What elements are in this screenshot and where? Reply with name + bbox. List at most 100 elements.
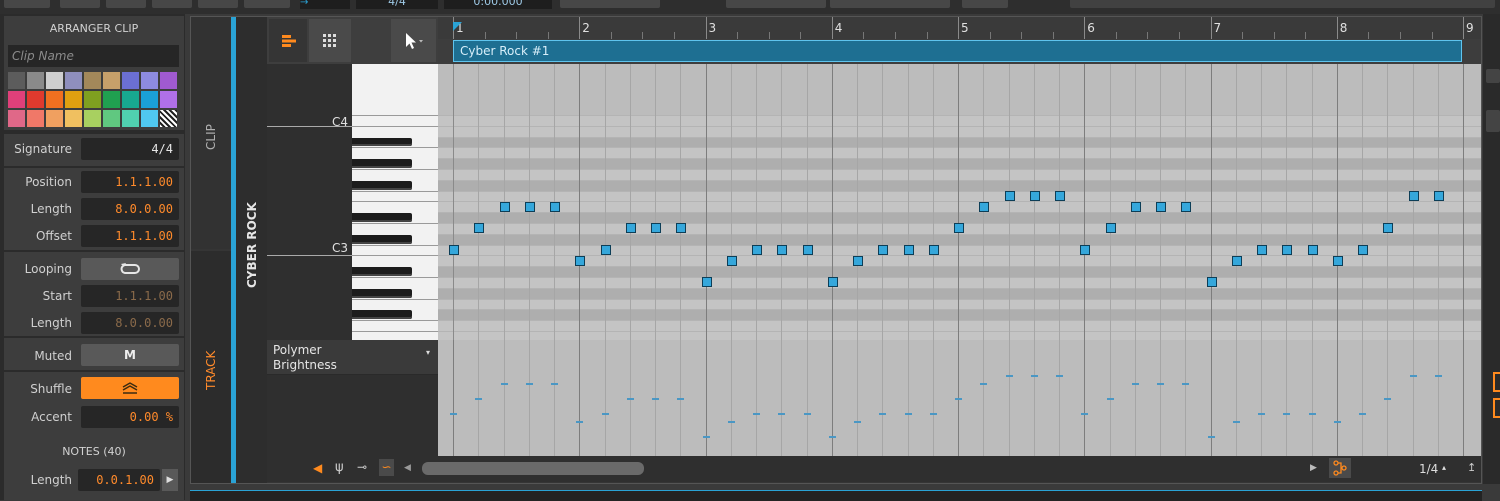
midi-note[interactable]: [928, 245, 939, 255]
midi-note[interactable]: [1029, 191, 1040, 201]
midi-note[interactable]: [752, 245, 762, 255]
color-swatch[interactable]: [103, 91, 120, 108]
midi-note[interactable]: [550, 201, 560, 212]
automation-point[interactable]: [727, 420, 735, 423]
grid-resolution[interactable]: 1/4: [1419, 462, 1438, 476]
link-icon[interactable]: ∽: [379, 459, 394, 476]
color-swatch[interactable]: [65, 72, 82, 89]
color-swatch[interactable]: [8, 110, 25, 127]
automation-point[interactable]: [1232, 420, 1240, 423]
midi-note[interactable]: [827, 277, 838, 288]
color-swatch[interactable]: [141, 110, 158, 127]
striped-swatch-icon[interactable]: [160, 110, 177, 127]
automation-point[interactable]: [778, 413, 786, 415]
automation-point[interactable]: [551, 382, 558, 385]
note-editor-mode-button[interactable]: [269, 19, 307, 62]
automation-parameter-selector[interactable]: Polymer Brightness ▾: [267, 340, 438, 375]
time-signature-display[interactable]: 4/4: [356, 0, 438, 9]
toolbar-button[interactable]: [726, 0, 826, 8]
side-panel-button[interactable]: [1486, 110, 1500, 132]
midi-note[interactable]: [1105, 223, 1116, 234]
midi-note[interactable]: [701, 277, 712, 288]
color-swatch[interactable]: [141, 72, 158, 89]
automation-point[interactable]: [1409, 375, 1417, 377]
automation-point[interactable]: [753, 413, 760, 415]
midi-note[interactable]: [1383, 223, 1394, 234]
time-display[interactable]: 0:00.000: [444, 0, 552, 9]
automation-point[interactable]: [1258, 413, 1265, 415]
midi-note[interactable]: [575, 255, 586, 266]
automation-point[interactable]: [652, 397, 659, 400]
midi-note[interactable]: [1055, 191, 1065, 201]
automation-point[interactable]: [500, 382, 508, 385]
toolbar-button[interactable]: [198, 0, 238, 8]
automation-point[interactable]: [929, 413, 937, 415]
color-swatch[interactable]: [160, 91, 177, 108]
toolbar-button[interactable]: [830, 0, 950, 8]
zoom-fit-icon[interactable]: ↥: [1467, 461, 1476, 474]
color-swatch[interactable]: [160, 72, 177, 89]
toolbar-button[interactable]: [4, 0, 50, 8]
color-swatch[interactable]: [65, 110, 82, 127]
automation-point[interactable]: [677, 397, 685, 400]
automation-point[interactable]: [1030, 375, 1038, 377]
toolbar-button[interactable]: [60, 0, 100, 8]
color-swatch[interactable]: [84, 110, 101, 127]
speaker-icon[interactable]: ◀: [313, 461, 327, 475]
midi-note[interactable]: [979, 201, 990, 212]
horizontal-scrollbar[interactable]: [422, 462, 644, 475]
midi-note[interactable]: [499, 201, 510, 212]
play-note-icon[interactable]: ▶: [162, 469, 178, 491]
midi-note[interactable]: [726, 255, 737, 266]
midi-note[interactable]: [1332, 255, 1343, 266]
automation-point[interactable]: [702, 435, 710, 438]
midi-note[interactable]: [474, 223, 485, 234]
color-swatch[interactable]: [46, 72, 63, 89]
color-swatch[interactable]: [122, 72, 139, 89]
color-swatch[interactable]: [8, 72, 25, 89]
automation-point[interactable]: [626, 397, 634, 400]
midi-note[interactable]: [1358, 245, 1368, 255]
automation-point[interactable]: [1182, 382, 1190, 385]
automation-point[interactable]: [1131, 382, 1139, 385]
scroll-left-icon[interactable]: ◀: [404, 463, 411, 473]
midi-note[interactable]: [878, 245, 889, 255]
arrow-right-icon[interactable]: →: [300, 0, 350, 9]
clip-name-input[interactable]: Clip Name: [8, 45, 179, 67]
automation-point[interactable]: [980, 382, 988, 385]
automation-point[interactable]: [1056, 375, 1063, 377]
midi-note[interactable]: [1231, 255, 1242, 266]
color-swatch[interactable]: [103, 110, 120, 127]
offset-field[interactable]: 1.1.1.00: [81, 225, 179, 247]
midi-note[interactable]: [1130, 201, 1141, 212]
snap-toggle-button[interactable]: [1329, 458, 1351, 478]
midi-note[interactable]: [524, 201, 535, 212]
midi-note[interactable]: [1206, 277, 1217, 288]
midi-note[interactable]: [651, 223, 661, 234]
color-swatch[interactable]: [27, 72, 44, 89]
automation-point[interactable]: [1157, 382, 1164, 385]
automation-point[interactable]: [1207, 435, 1215, 438]
automation-point[interactable]: [576, 420, 584, 423]
midi-note[interactable]: [676, 223, 687, 234]
note-length-field[interactable]: 0.0.1.00: [78, 469, 160, 491]
automation-point[interactable]: [828, 435, 836, 438]
toolbar-button[interactable]: [244, 0, 290, 8]
position-field[interactable]: 1.1.1.00: [81, 171, 179, 193]
piano-keyboard[interactable]: [267, 64, 438, 340]
midi-note[interactable]: [1181, 201, 1192, 212]
side-panel-button[interactable]: [1486, 69, 1500, 83]
playhead-marker-icon[interactable]: [453, 22, 462, 31]
clip-header-bar[interactable]: Cyber Rock #1: [453, 40, 1462, 62]
key-icon[interactable]: ⊸: [357, 460, 367, 474]
automation-point[interactable]: [1384, 397, 1392, 400]
color-swatch[interactable]: [46, 110, 63, 127]
midi-note[interactable]: [1257, 245, 1267, 255]
automation-point[interactable]: [854, 420, 861, 423]
signature-field[interactable]: 4/4: [81, 138, 179, 160]
grid-resolution-dropdown-icon[interactable]: ▴: [1442, 463, 1446, 472]
color-swatch[interactable]: [103, 72, 120, 89]
drum-editor-mode-button[interactable]: [309, 19, 351, 62]
color-swatch[interactable]: [84, 91, 101, 108]
midi-note[interactable]: [853, 255, 863, 266]
